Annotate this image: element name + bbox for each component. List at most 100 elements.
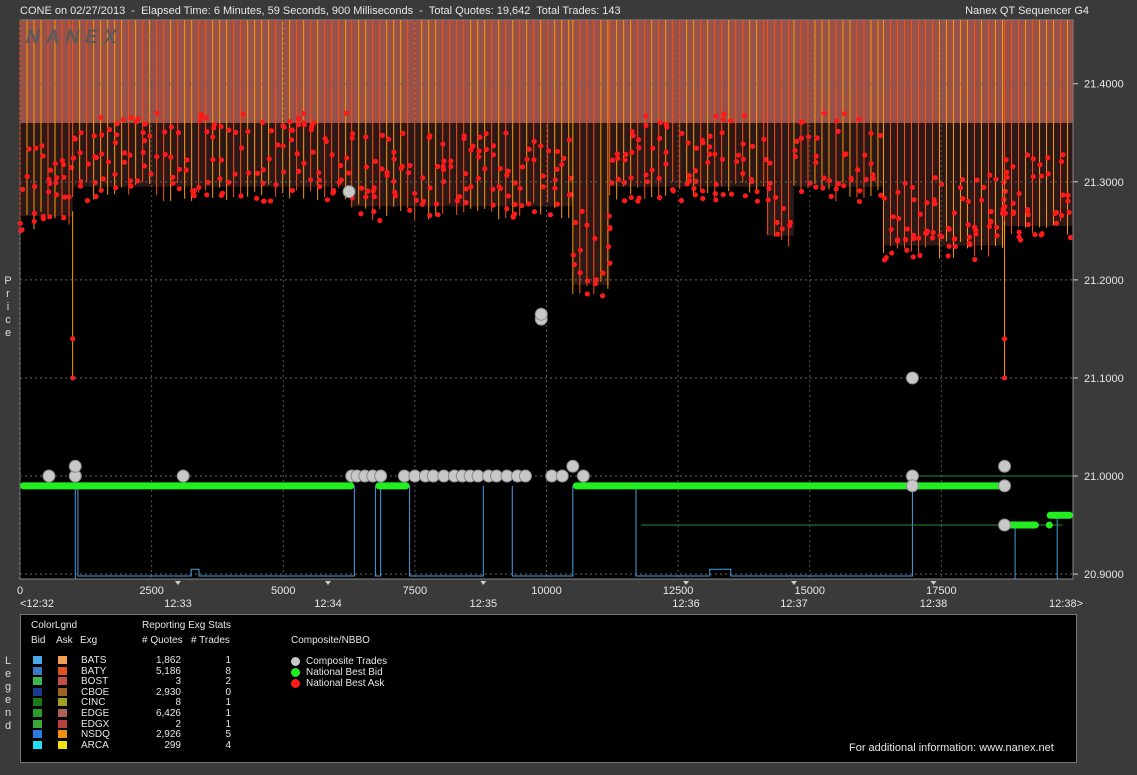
x-tick-label: 7500 (403, 585, 427, 597)
ask-point (577, 247, 584, 253)
legend-composite-dot (291, 679, 300, 688)
ask-point (735, 152, 742, 158)
x-tick-label: 12500 (663, 585, 694, 597)
ask-point (475, 175, 482, 181)
ask-point (121, 150, 128, 156)
ask-point (664, 124, 670, 130)
ask-point (295, 122, 302, 128)
ask-point (1053, 220, 1060, 226)
ask-point (233, 129, 239, 136)
ask-point (692, 168, 699, 174)
ask-point (957, 185, 964, 191)
ask-point (91, 133, 97, 139)
ask-point (461, 136, 467, 142)
ask-point (490, 202, 496, 208)
legend-trade-count: 1 (225, 697, 231, 709)
ask-point (140, 149, 146, 155)
ask-point (288, 137, 295, 143)
ask-point (993, 176, 999, 183)
ask-point (605, 244, 612, 250)
ask-point (630, 133, 636, 139)
ask-point (868, 161, 874, 167)
legend-trades-header: # Trades (191, 635, 230, 646)
ask-point (238, 193, 244, 199)
legend-quote-count: 1,862 (155, 655, 181, 666)
ask-point (448, 163, 454, 170)
ask-point (40, 213, 46, 219)
legend-bid-swatch (33, 740, 42, 749)
ask-point (135, 116, 141, 122)
trade-point (42, 469, 56, 483)
ask-point (343, 110, 349, 116)
ask-point (18, 228, 24, 234)
ask-point (406, 170, 412, 176)
ask-point (615, 176, 621, 182)
time-tick-mark (325, 581, 332, 585)
legend-side-label: L e g e n d (3, 655, 13, 733)
ask-point (93, 193, 99, 200)
ask-point (48, 167, 54, 173)
ask-point (316, 169, 322, 176)
ask-point (154, 154, 160, 160)
legend-exchange-name: NSDQ (81, 729, 110, 741)
ask-point (614, 151, 620, 157)
ask-point (600, 270, 606, 276)
ask-fill-lower (767, 122, 794, 236)
ask-point (1003, 157, 1009, 163)
ask-point (734, 158, 740, 165)
legend-composite-label: National Best Ask (306, 678, 385, 689)
ask-point (359, 185, 365, 191)
legend-quotes-header: # Quotes (142, 635, 183, 646)
ask-point (741, 112, 748, 119)
ask-point (656, 175, 662, 181)
ask-point (1024, 208, 1031, 214)
trade-point (555, 469, 569, 483)
ask-point (128, 115, 134, 121)
ask-point (141, 163, 147, 169)
ask-point (1002, 210, 1009, 216)
ask-fill-band (351, 20, 573, 123)
ask-point (693, 178, 699, 184)
trade-point (518, 469, 532, 483)
nbb-run (572, 482, 1005, 490)
legend-ask-swatch (58, 666, 67, 675)
trade-point (576, 469, 590, 483)
ask-point (798, 135, 804, 141)
ask-point (191, 193, 197, 199)
legend-trade-count: 4 (225, 739, 231, 751)
ask-point (463, 186, 469, 192)
ask-point (440, 141, 446, 147)
ask-point (720, 116, 726, 122)
ask-point (607, 260, 613, 266)
ask-point (176, 186, 182, 192)
ask-point (559, 161, 565, 168)
legend-trade-count: 1 (225, 708, 231, 719)
ask-point (966, 234, 973, 240)
ask-point (142, 138, 148, 144)
ask-point (606, 213, 612, 219)
ask-point (121, 159, 128, 165)
ask-point (140, 130, 146, 136)
legend-letter: g (4, 681, 12, 693)
ask-point (1002, 204, 1008, 210)
ask-point (127, 178, 134, 184)
ask-point (917, 211, 923, 217)
ask-point (218, 192, 224, 199)
ask-point (519, 203, 525, 209)
ask-point (1017, 237, 1024, 243)
ask-point (46, 189, 52, 195)
time-tick-label: 12:37 (780, 598, 808, 610)
ask-point (112, 171, 118, 177)
legend-letter: e (4, 694, 12, 706)
ask-point (988, 209, 994, 215)
ask-point (857, 188, 863, 194)
ask-point (371, 194, 377, 200)
ask-point (1030, 174, 1036, 180)
ask-point (657, 135, 663, 141)
ask-point (713, 197, 719, 203)
ask-point (295, 116, 302, 122)
legend-bid-swatch (33, 687, 42, 696)
ask-point (1032, 231, 1038, 238)
ask-point (399, 163, 405, 169)
ask-point (526, 201, 532, 207)
